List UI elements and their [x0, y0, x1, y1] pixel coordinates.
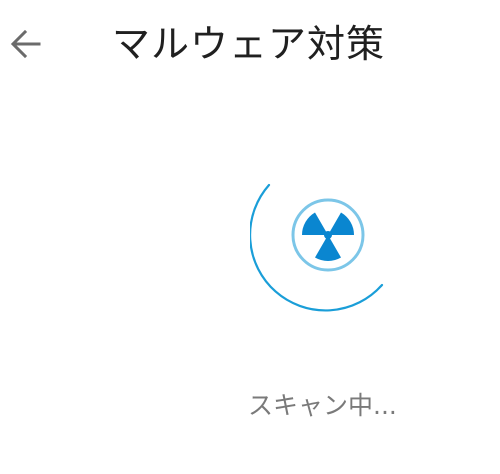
scan-progress-indicator — [249, 175, 400, 315]
scan-status-text: スキャン中... — [248, 391, 397, 420]
arrow-left-icon — [10, 29, 41, 59]
page-title: マルウェア対策 — [112, 22, 386, 66]
app-header: マルウェア対策 — [0, 0, 500, 92]
back-button[interactable] — [4, 22, 48, 66]
